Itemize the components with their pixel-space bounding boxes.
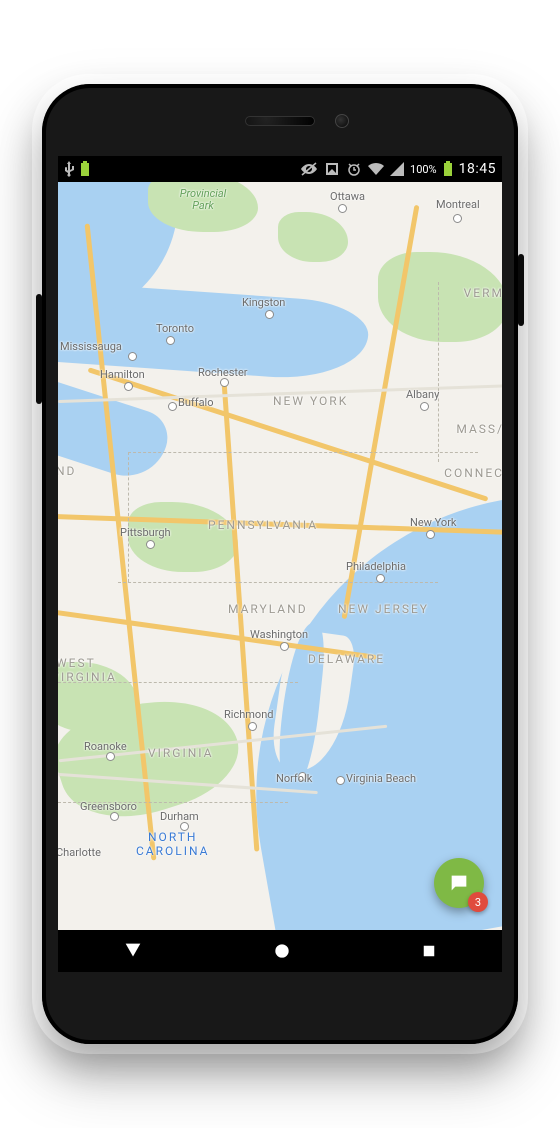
- city-durham-dot: [180, 822, 189, 831]
- map-view[interactable]: Provincial Park NEW YORK PENNSYLVANIA MA…: [58, 182, 502, 930]
- city-kingston-dot: [265, 310, 274, 319]
- state-vt: VERM: [464, 286, 502, 300]
- state-nd: ND: [58, 464, 76, 478]
- city-toronto: Toronto: [156, 322, 194, 335]
- city-norfolk: Norfolk: [276, 772, 312, 785]
- city-richmond-dot: [248, 722, 257, 731]
- city-mississauga: Mississauga: [60, 340, 122, 353]
- state-va: VIRGINIA: [148, 746, 214, 760]
- city-newyork-dot: [426, 530, 435, 539]
- state-nj: NEW JERSEY: [338, 602, 429, 616]
- android-nav-bar: [58, 930, 502, 972]
- nav-recent-icon[interactable]: [420, 942, 438, 960]
- city-kingston: Kingston: [242, 296, 285, 309]
- nav-home-icon[interactable]: [272, 941, 292, 961]
- city-richmond: Richmond: [224, 708, 273, 721]
- city-greensboro-dot: [110, 812, 119, 821]
- chat-icon: [448, 872, 470, 894]
- city-philly-dot: [376, 574, 385, 583]
- state-nc-1: NORTH: [148, 830, 197, 844]
- screen: 100% 18:45: [58, 156, 502, 972]
- nfc-icon: [324, 161, 340, 177]
- state-ny: NEW YORK: [273, 394, 348, 408]
- city-roanoke-dot: [106, 752, 115, 761]
- phone-frame: 100% 18:45: [42, 84, 518, 1044]
- city-pittsburgh-dot: [146, 540, 155, 549]
- front-camera: [335, 114, 349, 128]
- city-mississauga-dot: [128, 352, 137, 361]
- usb-icon: [64, 161, 74, 177]
- city-albany: Albany: [406, 388, 439, 401]
- battery-full-icon: [443, 161, 453, 177]
- signal-icon: [390, 162, 404, 176]
- city-vb: Virginia Beach: [346, 772, 416, 785]
- city-hamilton: Hamilton: [100, 368, 145, 381]
- city-philly: Philadelphia: [346, 560, 406, 573]
- city-newyork: New York: [410, 516, 457, 529]
- state-ma: MASS/: [456, 422, 502, 436]
- city-montreal: Montreal: [436, 198, 480, 211]
- city-rochester-dot: [220, 378, 229, 387]
- city-pittsburgh: Pittsburgh: [120, 526, 171, 539]
- alarm-icon: [346, 161, 362, 177]
- state-pa: PENNSYLVANIA: [208, 518, 318, 532]
- wifi-icon: [368, 162, 384, 176]
- state-wv-1: WEST: [58, 656, 96, 670]
- city-hamilton-dot: [124, 382, 133, 391]
- city-charlotte: Charlotte: [58, 846, 101, 859]
- power-button[interactable]: [518, 254, 524, 326]
- speaker-grill: [245, 116, 315, 126]
- city-toronto-dot: [166, 336, 175, 345]
- state-nc-2: CAROLINA: [136, 844, 210, 858]
- volume-button[interactable]: [36, 294, 42, 404]
- state-md: MARYLAND: [228, 602, 308, 616]
- city-ottawa: Ottawa: [330, 190, 365, 203]
- city-washington-dot: [280, 642, 289, 651]
- fab-badge: 3: [468, 892, 488, 912]
- battery-pct: 100%: [410, 163, 437, 176]
- city-buffalo-dot: [168, 402, 177, 411]
- park-label: Provincial Park: [168, 188, 238, 212]
- forest-2: [278, 212, 348, 262]
- eye-off-icon: [300, 162, 318, 176]
- city-vb-dot: [336, 776, 345, 785]
- device-mockup: 100% 18:45: [0, 0, 560, 1128]
- city-rochester: Rochester: [198, 366, 248, 379]
- state-wv-2: /IRGINIA: [58, 670, 117, 684]
- city-roanoke: Roanoke: [84, 740, 127, 753]
- city-ottawa-dot: [338, 204, 347, 213]
- chat-fab[interactable]: 3: [434, 858, 484, 908]
- city-greensboro: Greensboro: [80, 800, 137, 813]
- city-buffalo: Buffalo: [178, 396, 214, 409]
- city-albany-dot: [420, 402, 429, 411]
- clock: 18:45: [459, 161, 496, 177]
- city-montreal-dot: [453, 214, 462, 223]
- status-bar: 100% 18:45: [58, 156, 502, 182]
- state-de: DELAWARE: [308, 652, 385, 666]
- battery-mini-icon: [80, 161, 90, 177]
- nav-back-icon[interactable]: [122, 940, 144, 962]
- city-durham: Durham: [160, 810, 199, 823]
- city-washington: Washington: [250, 628, 308, 641]
- state-ct: CONNEC: [444, 466, 502, 480]
